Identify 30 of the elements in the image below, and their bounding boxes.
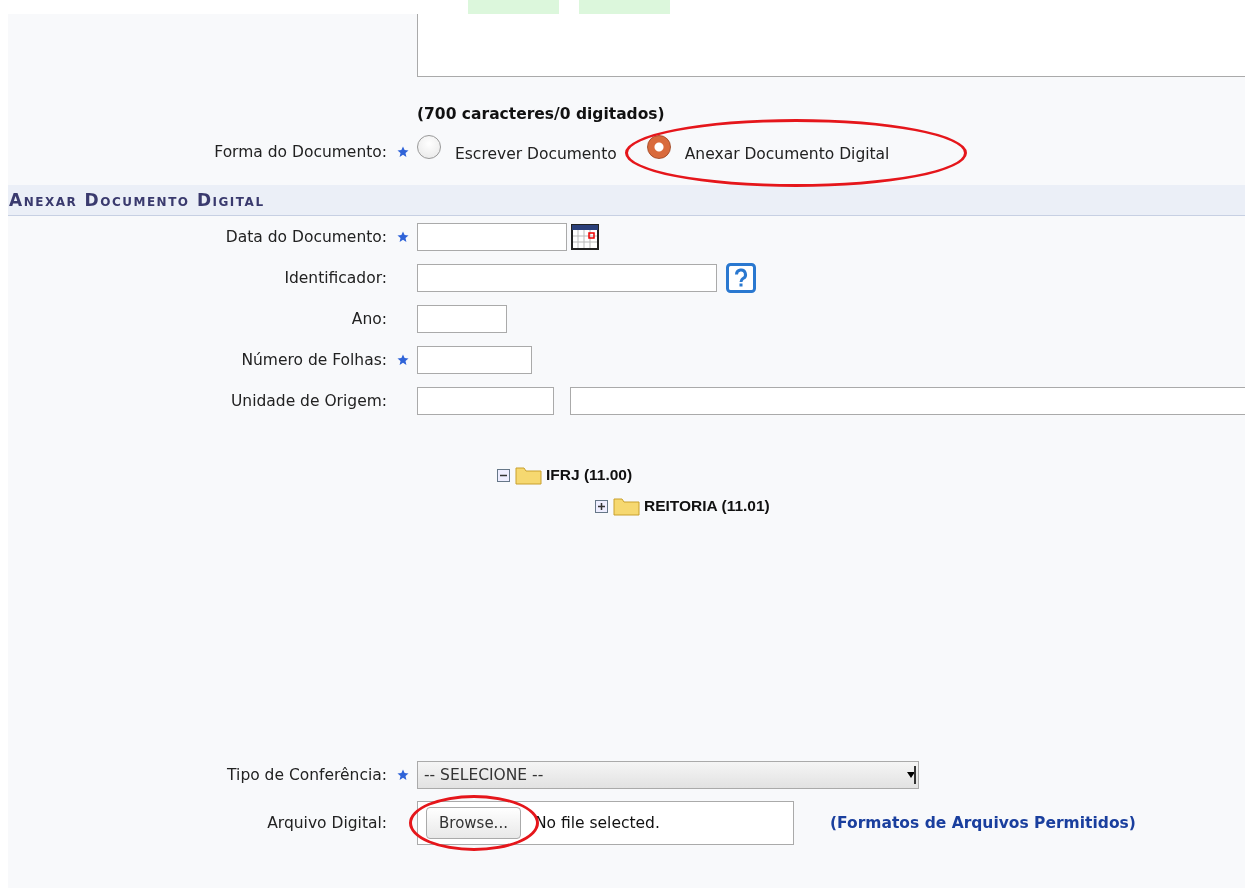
section-header: Anexar Documento Digital (8, 185, 1245, 216)
field-label: Número de Folhas: (241, 350, 387, 369)
input-field[interactable] (417, 304, 507, 333)
radio-button[interactable] (417, 135, 441, 159)
character-counter: (700 caracteres/0 digitados) (417, 105, 665, 123)
help-icon[interactable] (726, 262, 756, 293)
tree-item[interactable]: IFRJ (11.00) (546, 465, 633, 484)
field-label: Data do Documento: (225, 227, 387, 246)
field-label: Tipo de Conferência: (227, 766, 387, 784)
input-field[interactable] (417, 263, 717, 292)
input-field[interactable] (570, 386, 1245, 415)
select-dropdown[interactable]: -- SELECIONE -- (417, 761, 919, 789)
collapse-icon[interactable] (496, 466, 512, 483)
dropdown-arrow-icon (906, 766, 916, 784)
field-label: Unidade de Origem: (231, 391, 387, 410)
input-field[interactable] (417, 345, 532, 374)
field-label: Identificador: (284, 268, 387, 287)
formats-link[interactable]: (Formatos de Arquivos Permitidos) (830, 814, 1136, 832)
field-label: Arquivo Digital: (267, 814, 387, 832)
tree-item[interactable]: REITORIA (11.01) (644, 496, 770, 515)
radio-label: Escrever Documento (455, 145, 617, 163)
expand-icon[interactable] (594, 497, 610, 514)
input-field[interactable] (417, 222, 567, 251)
browse-button[interactable]: Browse... (426, 807, 521, 839)
radio-label: Anexar Documento Digital (684, 145, 890, 163)
radio-button[interactable] (646, 135, 671, 159)
field-label: Ano: (351, 309, 387, 328)
calendar-icon[interactable] (571, 223, 599, 250)
field-label: Forma do Documento: (214, 143, 387, 161)
input-field[interactable] (417, 386, 554, 415)
